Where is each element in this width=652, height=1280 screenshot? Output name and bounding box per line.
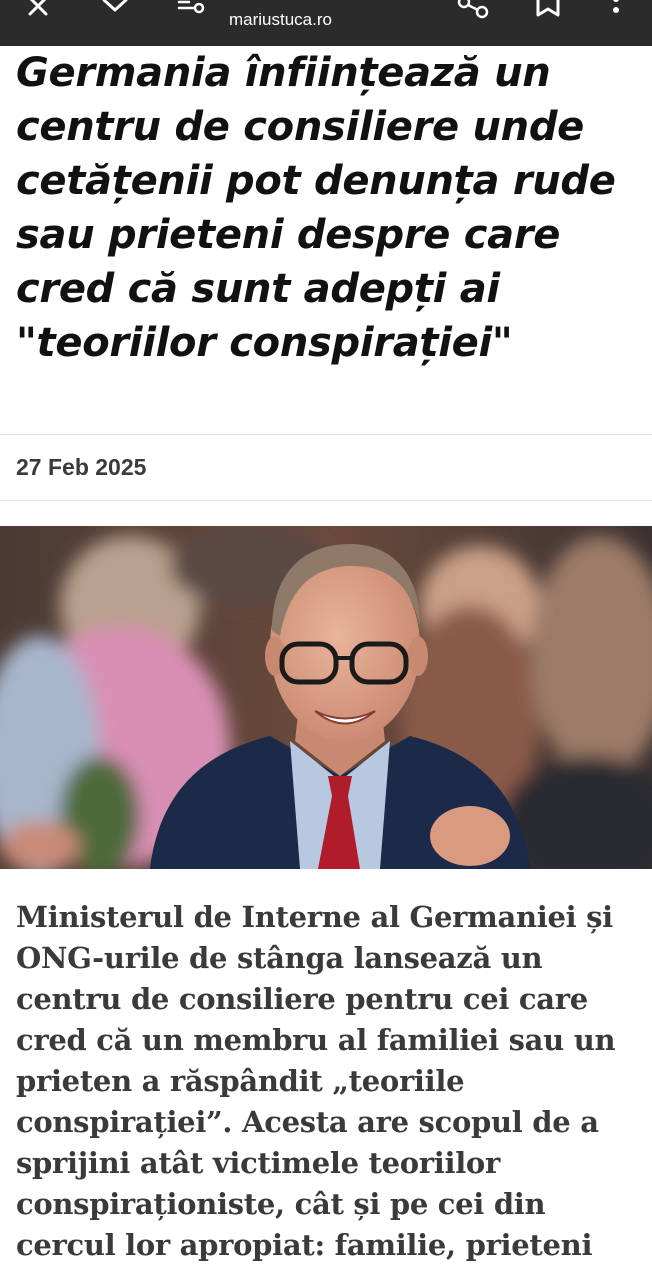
more-vertical-icon[interactable] [606,0,626,20]
article-title: Germania înființează un centru de consil… [16,50,616,366]
article-photo [0,526,652,896]
close-icon[interactable] [24,0,52,20]
chevron-down-icon[interactable] [100,0,130,20]
share-icon[interactable] [456,0,490,20]
divider [0,500,652,501]
browser-toolbar: mariustuca.ro [0,0,652,46]
url-text[interactable]: mariustuca.ro [229,10,332,30]
page-settings-icon[interactable] [176,0,206,20]
bookmark-icon[interactable] [534,0,562,20]
article-date: 27 Feb 2025 [16,454,147,480]
divider [0,434,652,435]
article-body: Ministerul de Interne al Germaniei și ON… [16,900,616,1262]
